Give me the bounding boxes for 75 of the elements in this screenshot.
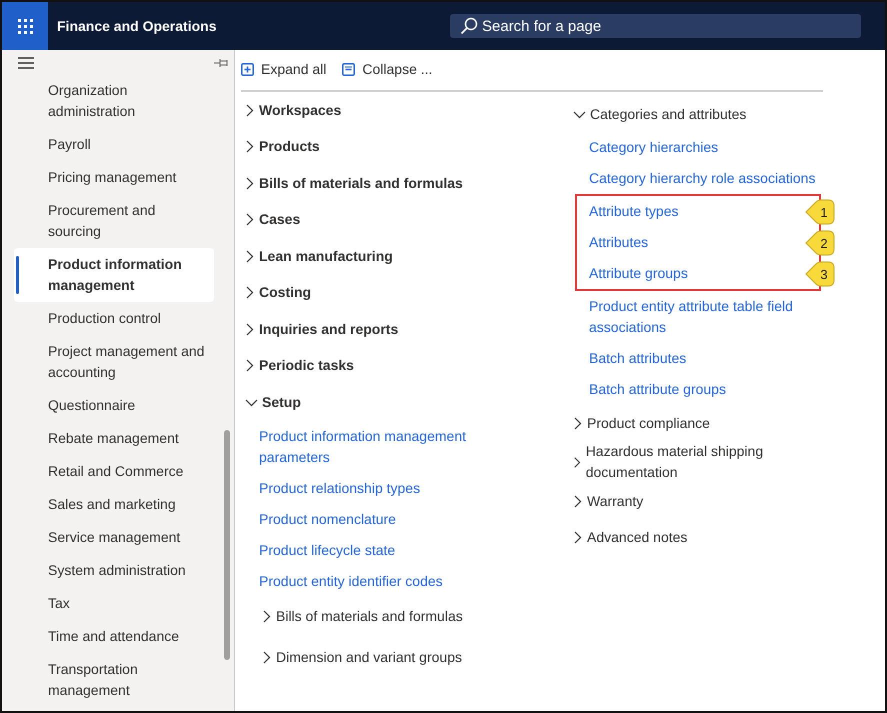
expander-button[interactable]: Costing <box>245 274 312 311</box>
sidebar-item[interactable]: Project management and accounting <box>14 335 214 389</box>
chevron-right-icon <box>262 650 272 664</box>
nav-link[interactable]: Attributes <box>577 227 648 258</box>
expander-button[interactable]: Inquiries and reports <box>245 311 398 348</box>
expander-button[interactable]: Setup <box>245 384 301 420</box>
chevron-right-icon <box>245 104 255 117</box>
sidebar-item[interactable]: Tax <box>14 587 214 620</box>
sidebar-item[interactable]: Rebate management <box>14 422 214 455</box>
chevron-right-icon <box>245 286 255 300</box>
expander-button[interactable]: Advanced notes <box>573 519 688 555</box>
sidebar-item[interactable]: Organization administration <box>14 74 214 128</box>
app-title: Finance and Operations <box>57 16 216 36</box>
callout-marker: 2 <box>805 230 835 256</box>
chevron-right-icon <box>245 140 255 154</box>
expander-button[interactable]: Bills of materials and formulas <box>245 165 463 202</box>
sidebar-item[interactable]: Payroll <box>14 128 214 161</box>
sidebar-item[interactable]: Questionnaire <box>14 389 214 422</box>
sidebar-item[interactable]: Product information management <box>14 248 214 302</box>
nav-link[interactable]: Product nomenclature <box>245 504 485 534</box>
chevron-right-icon <box>262 610 272 624</box>
expander-button[interactable]: Products <box>245 128 320 165</box>
sidebar-item[interactable]: System administration <box>14 554 214 587</box>
menu-icon[interactable] <box>18 57 34 69</box>
chevron-right-icon <box>573 530 583 544</box>
chevron-right-icon <box>573 416 583 430</box>
collapse-icon <box>342 62 356 76</box>
scrollbar-thumb[interactable] <box>224 430 230 660</box>
chevron-right-icon <box>573 456 582 468</box>
chevron-right-icon <box>573 494 583 508</box>
expander-button[interactable]: Periodic tasks <box>245 348 354 384</box>
nav-link[interactable]: Attribute types <box>577 196 678 227</box>
chevron-right-icon <box>245 359 255 372</box>
expander-button[interactable]: Lean manufacturing <box>245 238 393 274</box>
toolbar-button[interactable]: Expand all <box>241 58 326 80</box>
nav-link[interactable]: Product entity attribute table field associations <box>573 291 823 343</box>
callout-marker: 1 <box>805 198 835 224</box>
expander-button[interactable]: Workspaces <box>245 92 342 128</box>
expander-button[interactable]: Warranty <box>573 483 644 519</box>
nav-link[interactable]: Product relationship types <box>245 472 485 504</box>
expander-button[interactable]: Hazardous material shipping documentation <box>573 441 823 483</box>
search-field[interactable]: Search for a page <box>450 14 861 38</box>
sidebar-item[interactable]: Service management <box>14 521 214 554</box>
chevron-down-icon <box>573 109 586 119</box>
sidebar-item[interactable]: Time and attendance <box>14 620 214 653</box>
nav-link[interactable]: Product entity identifier codes <box>245 566 485 596</box>
sidebar-item[interactable]: Production control <box>14 302 214 335</box>
nav-link[interactable]: Product information management parameters <box>245 420 485 472</box>
chevron-right-icon <box>245 250 255 263</box>
callout-marker: 3 <box>805 260 835 286</box>
toolbar-button[interactable]: Collapse ... <box>342 58 432 80</box>
chevron-right-icon <box>245 176 255 190</box>
expander-button[interactable]: Dimension and variant groups <box>245 637 462 678</box>
chevron-right-icon <box>245 322 255 336</box>
chevron-right-icon <box>245 213 255 226</box>
sidebar-item[interactable]: Sales and marketing <box>14 488 214 521</box>
nav-link[interactable]: Attribute groups <box>577 258 688 289</box>
expander-button[interactable]: Categories and attributes <box>573 96 746 132</box>
expander-button[interactable]: Bills of materials and formulas <box>245 596 463 637</box>
sidebar-item[interactable]: Transportation management <box>14 653 214 707</box>
expander-button[interactable]: Product compliance <box>573 405 710 441</box>
sidebar-item[interactable]: Procurement and sourcing <box>14 194 214 248</box>
nav-link[interactable]: Batch attribute groups <box>573 374 823 405</box>
pin-icon[interactable] <box>214 58 228 68</box>
nav-link[interactable]: Category hierarchies <box>573 132 823 163</box>
grid-icon <box>18 18 32 34</box>
expand-icon <box>241 62 254 76</box>
nav-link[interactable]: Category hierarchy role associations <box>573 163 823 194</box>
chevron-down-icon <box>245 397 258 408</box>
nav-link[interactable]: Product lifecycle state <box>245 534 485 566</box>
nav-link[interactable]: Batch attributes <box>573 343 823 374</box>
app-launcher-button[interactable] <box>2 2 48 50</box>
expander-button[interactable]: Cases <box>245 202 300 238</box>
sidebar-item[interactable]: Pricing management <box>14 161 214 194</box>
sidebar-item[interactable]: Retail and Commerce <box>14 455 214 488</box>
